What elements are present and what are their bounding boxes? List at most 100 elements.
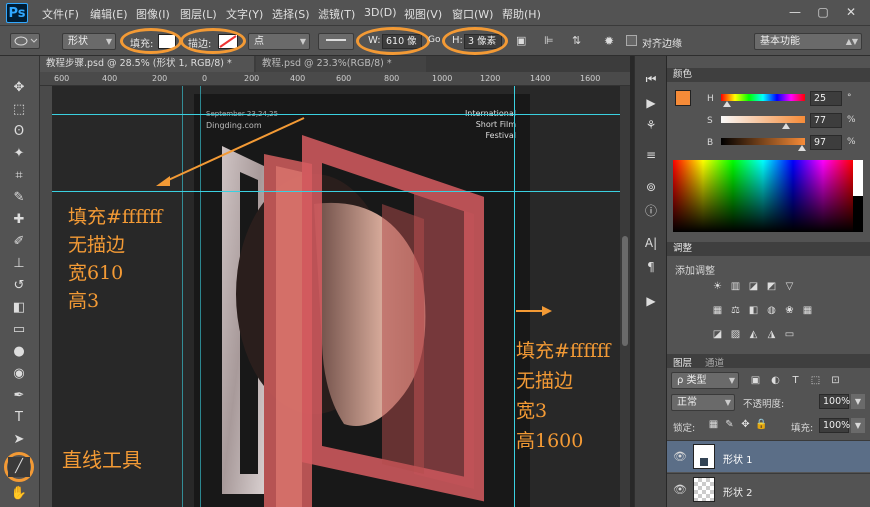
opacity-input[interactable]: 100% <box>819 394 850 409</box>
menu-select[interactable]: 选择(S) <box>272 6 310 22</box>
line-tool-icon[interactable]: ╱ <box>8 457 30 477</box>
path-alignment-icon[interactable]: ⊫ <box>544 34 558 48</box>
chevron-down-icon[interactable]: ▼ <box>851 418 865 433</box>
tab-document[interactable]: 教程.psd @ 23.3%(RGB/8) * <box>256 56 426 72</box>
eye-icon[interactable]: 👁 <box>673 483 687 496</box>
dodge-tool-icon[interactable]: ◉ <box>8 364 30 384</box>
close-button[interactable]: ✕ <box>840 3 862 21</box>
menu-layer[interactable]: 图层(L) <box>180 6 217 22</box>
document-canvas[interactable]: September 23,24,25 Dingding.com Internat… <box>52 86 620 507</box>
foreground-color-swatch[interactable] <box>675 90 691 106</box>
hand-tool-icon[interactable]: ✋ <box>8 484 30 504</box>
hue-value[interactable]: 25 <box>810 91 842 106</box>
brightness-slider[interactable] <box>721 138 805 145</box>
black-white-adjust-icon[interactable]: ◧ <box>747 304 760 317</box>
hue-sat-adjust-icon[interactable]: ▦ <box>711 304 724 317</box>
layer-filter-select[interactable]: ρ 类型 ▼ <box>671 372 739 389</box>
menu-help[interactable]: 帮助(H) <box>502 6 541 22</box>
color-spectrum[interactable] <box>673 160 853 232</box>
move-tool-icon[interactable]: ✥ <box>8 78 30 98</box>
properties-panel-icon[interactable]: ≡ <box>641 148 661 166</box>
layer-name[interactable]: 形状 2 <box>723 484 753 499</box>
slider-knob-icon[interactable] <box>798 145 807 151</box>
channel-mixer-adjust-icon[interactable]: ❀ <box>783 304 796 317</box>
menu-edit[interactable]: 编辑(E) <box>90 6 128 22</box>
adjust-panel-header[interactable]: 调整 <box>667 242 870 256</box>
menu-window[interactable]: 窗口(W) <box>452 6 493 22</box>
spectrum-white[interactable] <box>853 160 863 196</box>
vibrance-adjust-icon[interactable]: ▽ <box>783 280 796 293</box>
align-edges-checkbox[interactable] <box>626 35 637 46</box>
maximize-button[interactable]: ▢ <box>812 3 834 21</box>
color-panel-header[interactable]: 颜色 <box>667 68 870 82</box>
filter-type-icon[interactable]: T <box>789 374 802 387</box>
brightness-value[interactable]: 97 <box>810 135 842 150</box>
lasso-tool-icon[interactable]: ʘ <box>8 122 30 142</box>
brush-panel-icon[interactable]: ⚘ <box>641 118 661 136</box>
curves-adjust-icon[interactable]: ◪ <box>747 280 760 293</box>
timeline-panel-icon[interactable]: ▶ <box>641 294 661 312</box>
info-panel-icon[interactable]: ⓘ <box>641 202 661 220</box>
workspace-select[interactable]: 基本功能 ▲▼ <box>754 33 862 50</box>
brush-tool-icon[interactable]: ✐ <box>8 232 30 252</box>
color-lookup-adjust-icon[interactable]: ▦ <box>801 304 814 317</box>
magic-wand-icon[interactable]: ✦ <box>8 144 30 164</box>
spectrum-black[interactable] <box>853 196 863 232</box>
saturation-value[interactable]: 77 <box>810 113 842 128</box>
threshold-adjust-icon[interactable]: ◭ <box>747 328 760 341</box>
menu-filter[interactable]: 滤镜(T) <box>318 6 355 22</box>
layer-row[interactable]: 👁 形状 2 <box>667 473 870 505</box>
slider-knob-icon[interactable] <box>722 101 731 107</box>
minimize-button[interactable]: — <box>784 3 806 21</box>
menu-type[interactable]: 文字(Y) <box>226 6 263 22</box>
actions-panel-icon[interactable]: ▶ <box>641 96 661 114</box>
filter-shape-icon[interactable]: ⬚ <box>809 374 822 387</box>
eyedropper-icon[interactable]: ✎ <box>8 188 30 208</box>
link-dimensions[interactable]: Go <box>428 35 440 45</box>
lock-all-icon[interactable]: 🔒 <box>755 418 768 431</box>
eye-icon[interactable]: 👁 <box>673 450 687 463</box>
slider-knob-icon[interactable] <box>781 123 790 129</box>
filter-adjustment-icon[interactable]: ◐ <box>769 374 782 387</box>
type-tool-icon[interactable]: T <box>8 408 30 428</box>
clone-source-icon[interactable]: ⊚ <box>641 180 661 198</box>
stroke-type-select[interactable] <box>318 33 354 50</box>
saturation-slider[interactable] <box>721 116 805 123</box>
history-brush-icon[interactable]: ↺ <box>8 276 30 296</box>
exposure-adjust-icon[interactable]: ◩ <box>765 280 778 293</box>
stroke-width-select[interactable]: 点 ▼ <box>248 33 310 50</box>
lock-position-icon[interactable]: ✥ <box>739 418 752 431</box>
paragraph-panel-icon[interactable]: ¶ <box>641 260 661 278</box>
menu-view[interactable]: 视图(V) <box>404 6 442 22</box>
tool-preset-picker[interactable] <box>10 33 40 49</box>
layer-row-selected[interactable]: 👁 形状 1 <box>667 440 870 472</box>
gradient-map-adjust-icon[interactable]: ▭ <box>783 328 796 341</box>
shape-mode-select[interactable]: 形状 ▼ <box>62 33 116 50</box>
eraser-icon[interactable]: ◧ <box>8 298 30 318</box>
path-arrangement-icon[interactable]: ⇅ <box>572 34 586 48</box>
path-selection-icon[interactable]: ➤ <box>8 430 30 450</box>
crop-tool-icon[interactable]: ⌗ <box>8 166 30 186</box>
blend-mode-select[interactable]: 正常 ▼ <box>671 394 735 411</box>
brightness-adjust-icon[interactable]: ☀ <box>711 280 724 293</box>
blur-tool-icon[interactable]: ● <box>8 342 30 362</box>
color-balance-adjust-icon[interactable]: ⚖ <box>729 304 742 317</box>
healing-brush-icon[interactable]: ✚ <box>8 210 30 230</box>
menu-image[interactable]: 图像(I) <box>136 6 170 22</box>
photo-filter-adjust-icon[interactable]: ◍ <box>765 304 778 317</box>
fill-input[interactable]: 100% <box>819 418 850 433</box>
chevron-down-icon[interactable]: ▼ <box>851 394 865 409</box>
tab-channels[interactable]: 通道 <box>705 355 724 369</box>
filter-pixel-icon[interactable]: ▣ <box>749 374 762 387</box>
layer-name[interactable]: 形状 1 <box>723 451 753 466</box>
tab-active-document[interactable]: 教程步骤.psd @ 28.5% (形状 1, RGB/8) * <box>40 56 254 72</box>
pen-tool-icon[interactable]: ✒ <box>8 386 30 406</box>
menu-3d[interactable]: 3D(D) <box>364 6 397 19</box>
lock-transparent-icon[interactable]: ▦ <box>707 418 720 431</box>
path-operations-icon[interactable]: ▣ <box>516 34 530 48</box>
invert-adjust-icon[interactable]: ◪ <box>711 328 724 341</box>
levels-adjust-icon[interactable]: ▥ <box>729 280 742 293</box>
posterize-adjust-icon[interactable]: ▨ <box>729 328 742 341</box>
character-panel-icon[interactable]: A| <box>641 236 661 254</box>
hue-slider[interactable] <box>721 94 805 101</box>
